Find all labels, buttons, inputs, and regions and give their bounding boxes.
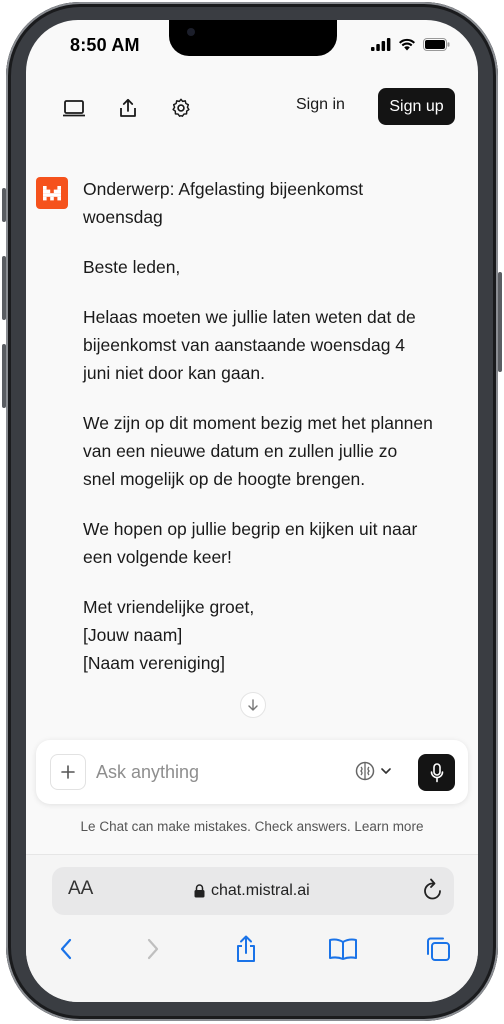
attach-button[interactable]	[50, 754, 86, 790]
chevron-left-icon	[60, 938, 72, 960]
lock-icon	[194, 884, 205, 898]
signature-closing: Met vriendelijke groet,	[83, 597, 255, 617]
message-signature: Met vriendelijke groet, [Jouw naam] [Naa…	[83, 593, 433, 677]
chevron-right-icon	[147, 938, 159, 960]
share-sheet-button[interactable]	[230, 933, 262, 965]
book-icon	[329, 938, 357, 960]
nav-row	[26, 933, 478, 965]
app-header: Sign in Sign up	[26, 88, 478, 128]
volume-down-button	[2, 344, 6, 408]
signal-icon	[371, 38, 391, 51]
message-greeting: Beste leden,	[83, 257, 181, 277]
address-bar[interactable]: AA chat.mistral.ai	[52, 867, 454, 915]
message-paragraph: We zijn op dit moment bezig met het plan…	[83, 413, 433, 489]
power-button	[498, 272, 502, 372]
forward-button[interactable]	[137, 933, 169, 965]
screen: 8:50 AM Sign in Sign up Onderwerp: Afgel…	[26, 20, 478, 1002]
composer	[36, 740, 468, 804]
share-icon	[237, 935, 255, 962]
share-button[interactable]	[116, 96, 140, 120]
sidebar-icon	[63, 100, 85, 117]
reload-button[interactable]	[422, 878, 444, 907]
tabs-icon	[427, 937, 450, 961]
volume-up-button	[2, 256, 6, 320]
mute-switch	[2, 188, 6, 222]
status-bar: 8:50 AM	[26, 34, 478, 58]
arrow-down-icon	[248, 699, 258, 711]
share-icon	[120, 98, 136, 117]
back-button[interactable]	[50, 933, 82, 965]
message-paragraph: Helaas moeten we jullie laten weten dat …	[83, 307, 416, 383]
wifi-icon	[399, 38, 415, 51]
microphone-icon	[430, 762, 443, 782]
mistral-logo-avatar	[36, 177, 68, 209]
ask-input[interactable]	[96, 756, 336, 788]
scroll-to-bottom-button[interactable]	[240, 692, 266, 718]
status-icons	[371, 38, 450, 51]
reader-options-button[interactable]: AA	[68, 878, 93, 900]
safari-toolbar: AA chat.mistral.ai	[26, 854, 478, 1002]
voice-input-button[interactable]	[418, 754, 455, 791]
tabs-button[interactable]	[422, 933, 454, 965]
brain-icon	[355, 761, 375, 781]
url-display[interactable]: chat.mistral.ai	[194, 882, 310, 900]
settings-button[interactable]	[169, 96, 193, 120]
sidebar-toggle-button[interactable]	[62, 96, 86, 120]
reload-icon	[424, 878, 441, 900]
signature-org: [Naam vereniging]	[83, 653, 226, 673]
url-text: chat.mistral.ai	[211, 882, 310, 899]
signature-name: [Jouw naam]	[83, 625, 183, 645]
settings-gear-icon	[172, 98, 190, 117]
assistant-message: Onderwerp: Afgelasting bijeenkomst woens…	[83, 175, 433, 699]
plus-icon	[61, 765, 75, 779]
think-mode-button[interactable]	[354, 760, 392, 782]
sign-up-button[interactable]: Sign up	[378, 88, 455, 125]
message-subject: Onderwerp: Afgelasting bijeenkomst woens…	[83, 179, 364, 227]
chevron-down-icon	[381, 768, 391, 774]
mistral-logo-icon	[43, 186, 61, 201]
message-paragraph: We hopen op jullie begrip en kijken uit …	[83, 519, 418, 567]
bookmarks-button[interactable]	[327, 933, 359, 965]
disclaimer: Le Chat can make mistakes. Check answers…	[80, 819, 424, 834]
battery-icon	[423, 38, 450, 51]
status-time: 8:50 AM	[70, 35, 140, 55]
sign-in-link[interactable]: Sign in	[296, 96, 345, 114]
